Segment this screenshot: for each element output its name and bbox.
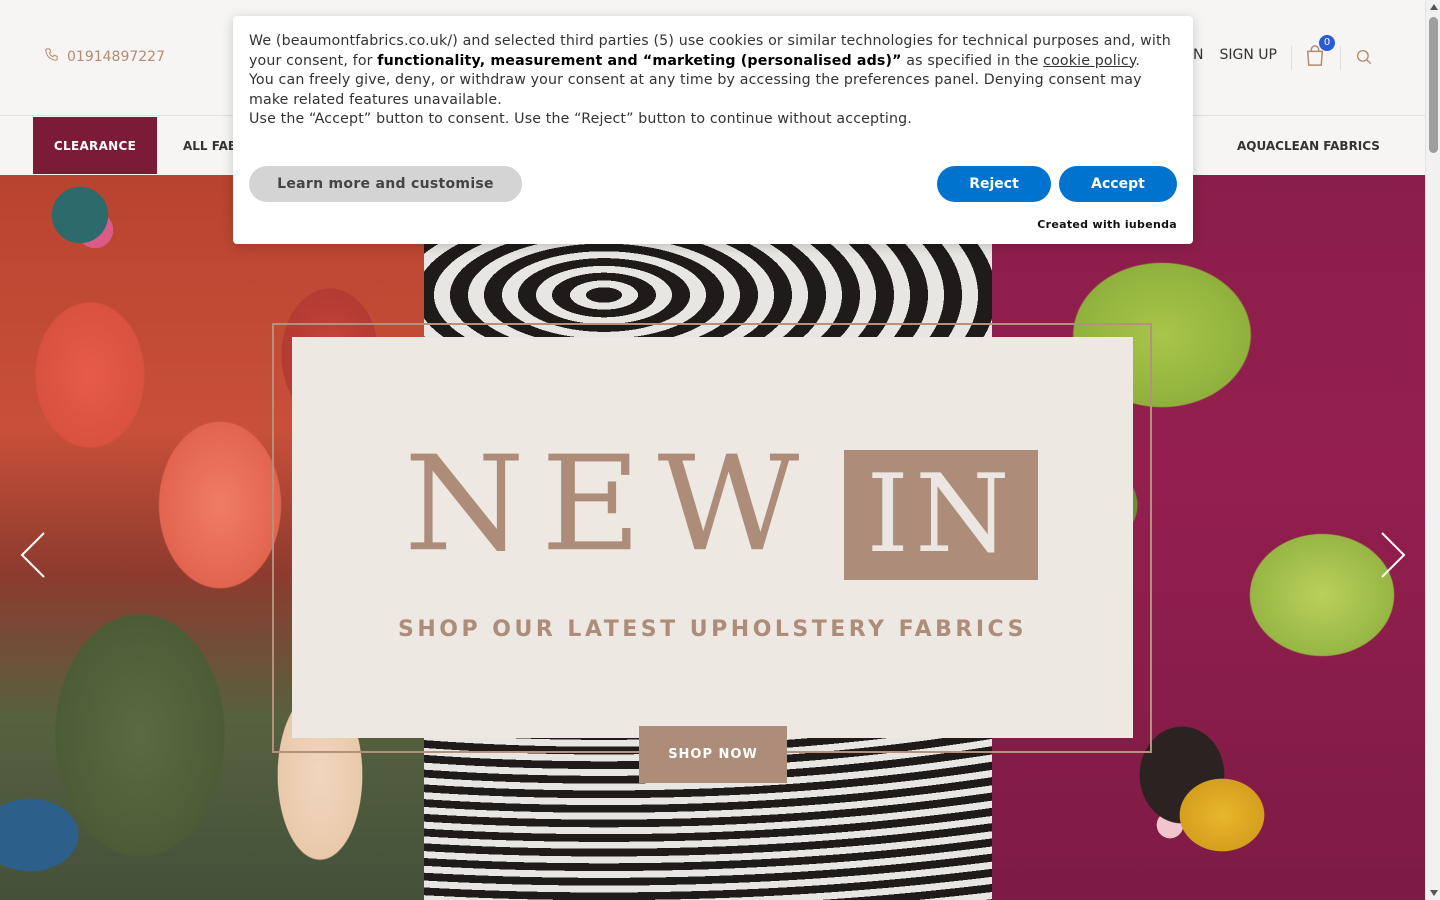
chevron-right-icon [1372, 532, 1412, 589]
cookie-notice-paragraph-2: You can freely give, deny, or withdraw y… [249, 72, 1142, 108]
phone-number[interactable]: 01914897227 [67, 49, 165, 65]
sign-up-link[interactable]: SIGN UP [1220, 47, 1277, 63]
search-icon [1355, 49, 1373, 70]
page-scrollbar[interactable] [1425, 0, 1440, 900]
cookie-text-purposes: functionality, measurement and “marketin… [377, 52, 902, 69]
cookie-notice-paragraph-3: Use the “Accept” button to consent. Use … [249, 111, 912, 127]
promo-headline-new: NEW [404, 427, 816, 581]
cart-button[interactable]: 0 [1304, 35, 1335, 72]
header-divider [1291, 46, 1292, 70]
search-button[interactable] [1355, 48, 1375, 68]
accept-button[interactable]: Accept [1059, 166, 1177, 202]
cookie-notice-paragraph-1: We (beaumontfabrics.co.uk/) and selected… [249, 32, 1177, 71]
header-divider [1340, 46, 1341, 70]
cookie-text-end: . [1135, 52, 1141, 69]
promo-headline-in: IN [844, 450, 1038, 580]
learn-more-button[interactable]: Learn more and customise [249, 166, 522, 202]
chevron-left-icon [14, 532, 54, 589]
scroll-thumb[interactable] [1429, 17, 1438, 153]
cart-icon [1304, 45, 1326, 72]
account-links: IN SIGN UP [1189, 47, 1277, 63]
reject-button[interactable]: Reject [937, 166, 1051, 202]
cart-count-badge: 0 [1319, 35, 1335, 51]
cookie-notice-text: We (beaumontfabrics.co.uk/) and selected… [249, 32, 1177, 130]
iubenda-credit-link[interactable]: Created with iubenda [1037, 218, 1177, 231]
promo-card: NEW IN SHOP OUR LATEST UPHOLSTERY FABRIC… [292, 337, 1133, 738]
nav-aquaclean-fabrics[interactable]: AQUACLEAN FABRICS [1237, 117, 1380, 174]
cookie-consent-banner: We (beaumontfabrics.co.uk/) and selected… [233, 16, 1193, 244]
scroll-up-arrow[interactable] [1430, 4, 1438, 10]
carousel-next-button[interactable] [1372, 525, 1412, 585]
scroll-down-arrow[interactable] [1430, 890, 1438, 896]
hero-carousel: NEW IN SHOP OUR LATEST UPHOLSTERY FABRIC… [0, 175, 1425, 900]
phone-icon [44, 47, 59, 66]
shop-now-button[interactable]: SHOP NOW [639, 726, 787, 783]
phone-contact[interactable]: 01914897227 [44, 47, 165, 66]
promo-subheading: SHOP OUR LATEST UPHOLSTERY FABRICS [398, 617, 1027, 642]
cookie-policy-link[interactable]: cookie policy [1043, 53, 1135, 69]
nav-clearance[interactable]: CLEARANCE [33, 117, 157, 174]
carousel-prev-button[interactable] [14, 525, 54, 585]
cookie-text-mid: as specified in the [901, 52, 1044, 69]
